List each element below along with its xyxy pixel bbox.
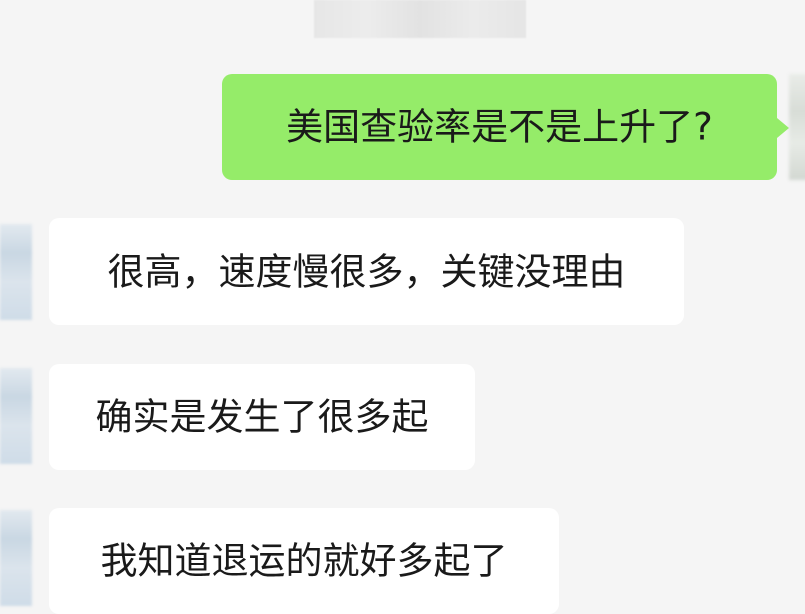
message-bubble-incoming[interactable]: 确实是发生了很多起 xyxy=(49,364,475,470)
avatar-contact[interactable] xyxy=(0,368,32,464)
message-bubble-outgoing[interactable]: 美国查验率是不是上升了? xyxy=(222,74,789,180)
message-text: 我知道退运的就好多起了 xyxy=(100,539,508,583)
message-text: 确实是发生了很多起 xyxy=(95,395,429,439)
avatar-self[interactable] xyxy=(789,74,805,180)
message-bubble-incoming[interactable]: 很高，速度慢很多，关键没理由 xyxy=(49,218,684,325)
avatar-contact[interactable] xyxy=(0,224,32,320)
message-text: 美国查验率是不是上升了? xyxy=(286,105,713,149)
message-text: 很高，速度慢很多，关键没理由 xyxy=(107,250,626,293)
message-bubble-incoming[interactable]: 我知道退运的就好多起了 xyxy=(49,508,559,614)
timestamp-blurred xyxy=(314,0,526,38)
avatar-contact[interactable] xyxy=(0,510,32,606)
chat-area: 美国查验率是不是上升了? 很高，速度慢很多，关键没理由 确实是发生了很多起 我知… xyxy=(0,0,805,614)
